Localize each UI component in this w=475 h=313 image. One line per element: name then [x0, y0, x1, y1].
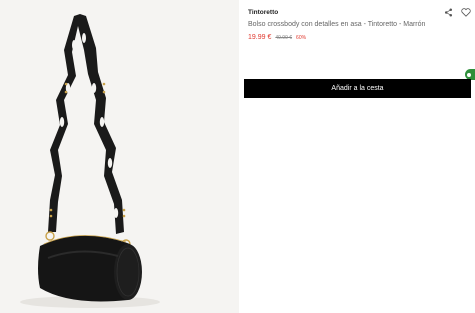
product-image: [0, 0, 239, 313]
price-row: 19.99 € 49.99 € 60%: [248, 34, 470, 41]
price-original: 49.99 €: [275, 35, 293, 41]
product-image-gallery[interactable]: [0, 0, 239, 313]
product-brand[interactable]: Tintoretto: [248, 8, 470, 18]
product-title: Bolso crossbody con detalles en asa - Ti…: [248, 21, 426, 28]
share-button[interactable]: [442, 6, 454, 18]
chat-icon: [467, 72, 471, 77]
product-info: Tintoretto Bolso crossbody con detalles …: [248, 8, 470, 41]
share-icon: [444, 8, 452, 16]
heart-icon: [461, 7, 471, 17]
discount-badge: 60%: [296, 35, 307, 41]
wishlist-button[interactable]: [460, 6, 472, 18]
add-to-cart-button[interactable]: Añadir a la cesta: [244, 79, 471, 98]
price-current: 19.99 €: [248, 34, 272, 41]
